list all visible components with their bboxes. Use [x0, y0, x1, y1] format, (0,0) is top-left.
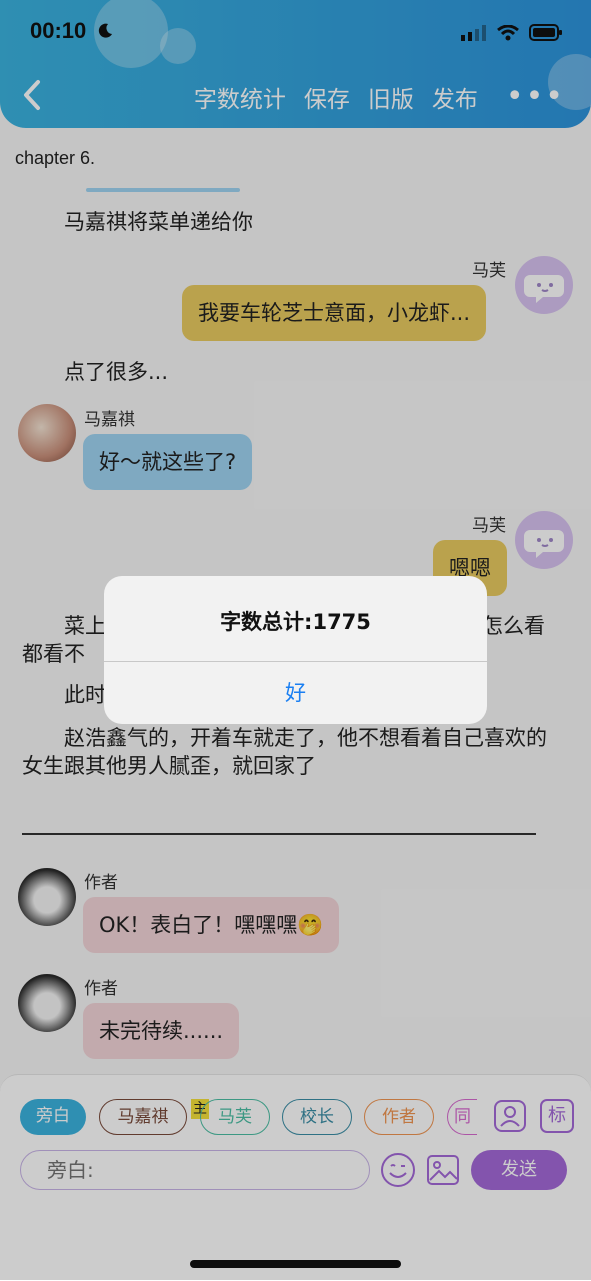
alert-title: 字数总计:1775	[220, 610, 371, 634]
word-count-alert: 字数总计:1775 好	[104, 576, 487, 724]
alert-ok-button[interactable]: 好	[104, 662, 487, 724]
